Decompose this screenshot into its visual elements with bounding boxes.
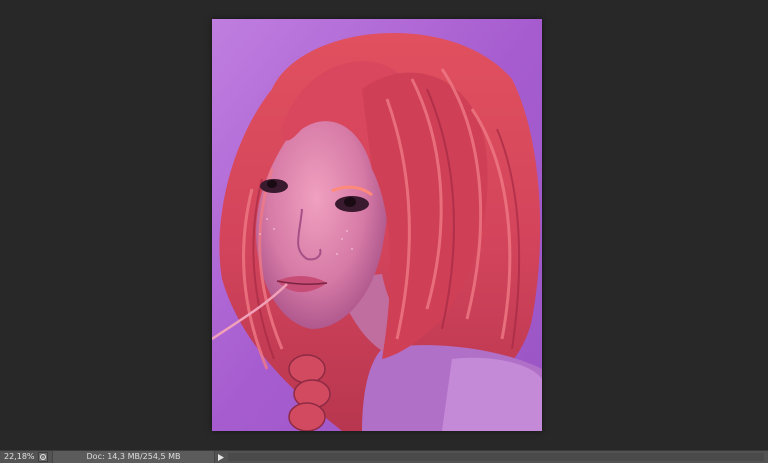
play-right-icon[interactable] [216,452,226,462]
info-glyph-icon [40,454,46,460]
status-bar: 22,18% Doc: 14,3 MB/254,5 MB [0,450,768,463]
zoom-level-field[interactable]: 22,18% [0,451,35,463]
document-canvas[interactable] [212,19,542,431]
triangle-right-icon [218,453,224,461]
document-size-info[interactable]: Doc: 14,3 MB/254,5 MB [52,451,215,463]
portrait-artwork [212,19,542,431]
info-icon[interactable] [38,452,48,462]
canvas-workspace[interactable] [0,0,768,450]
horizontal-scrollbar[interactable] [228,453,764,461]
